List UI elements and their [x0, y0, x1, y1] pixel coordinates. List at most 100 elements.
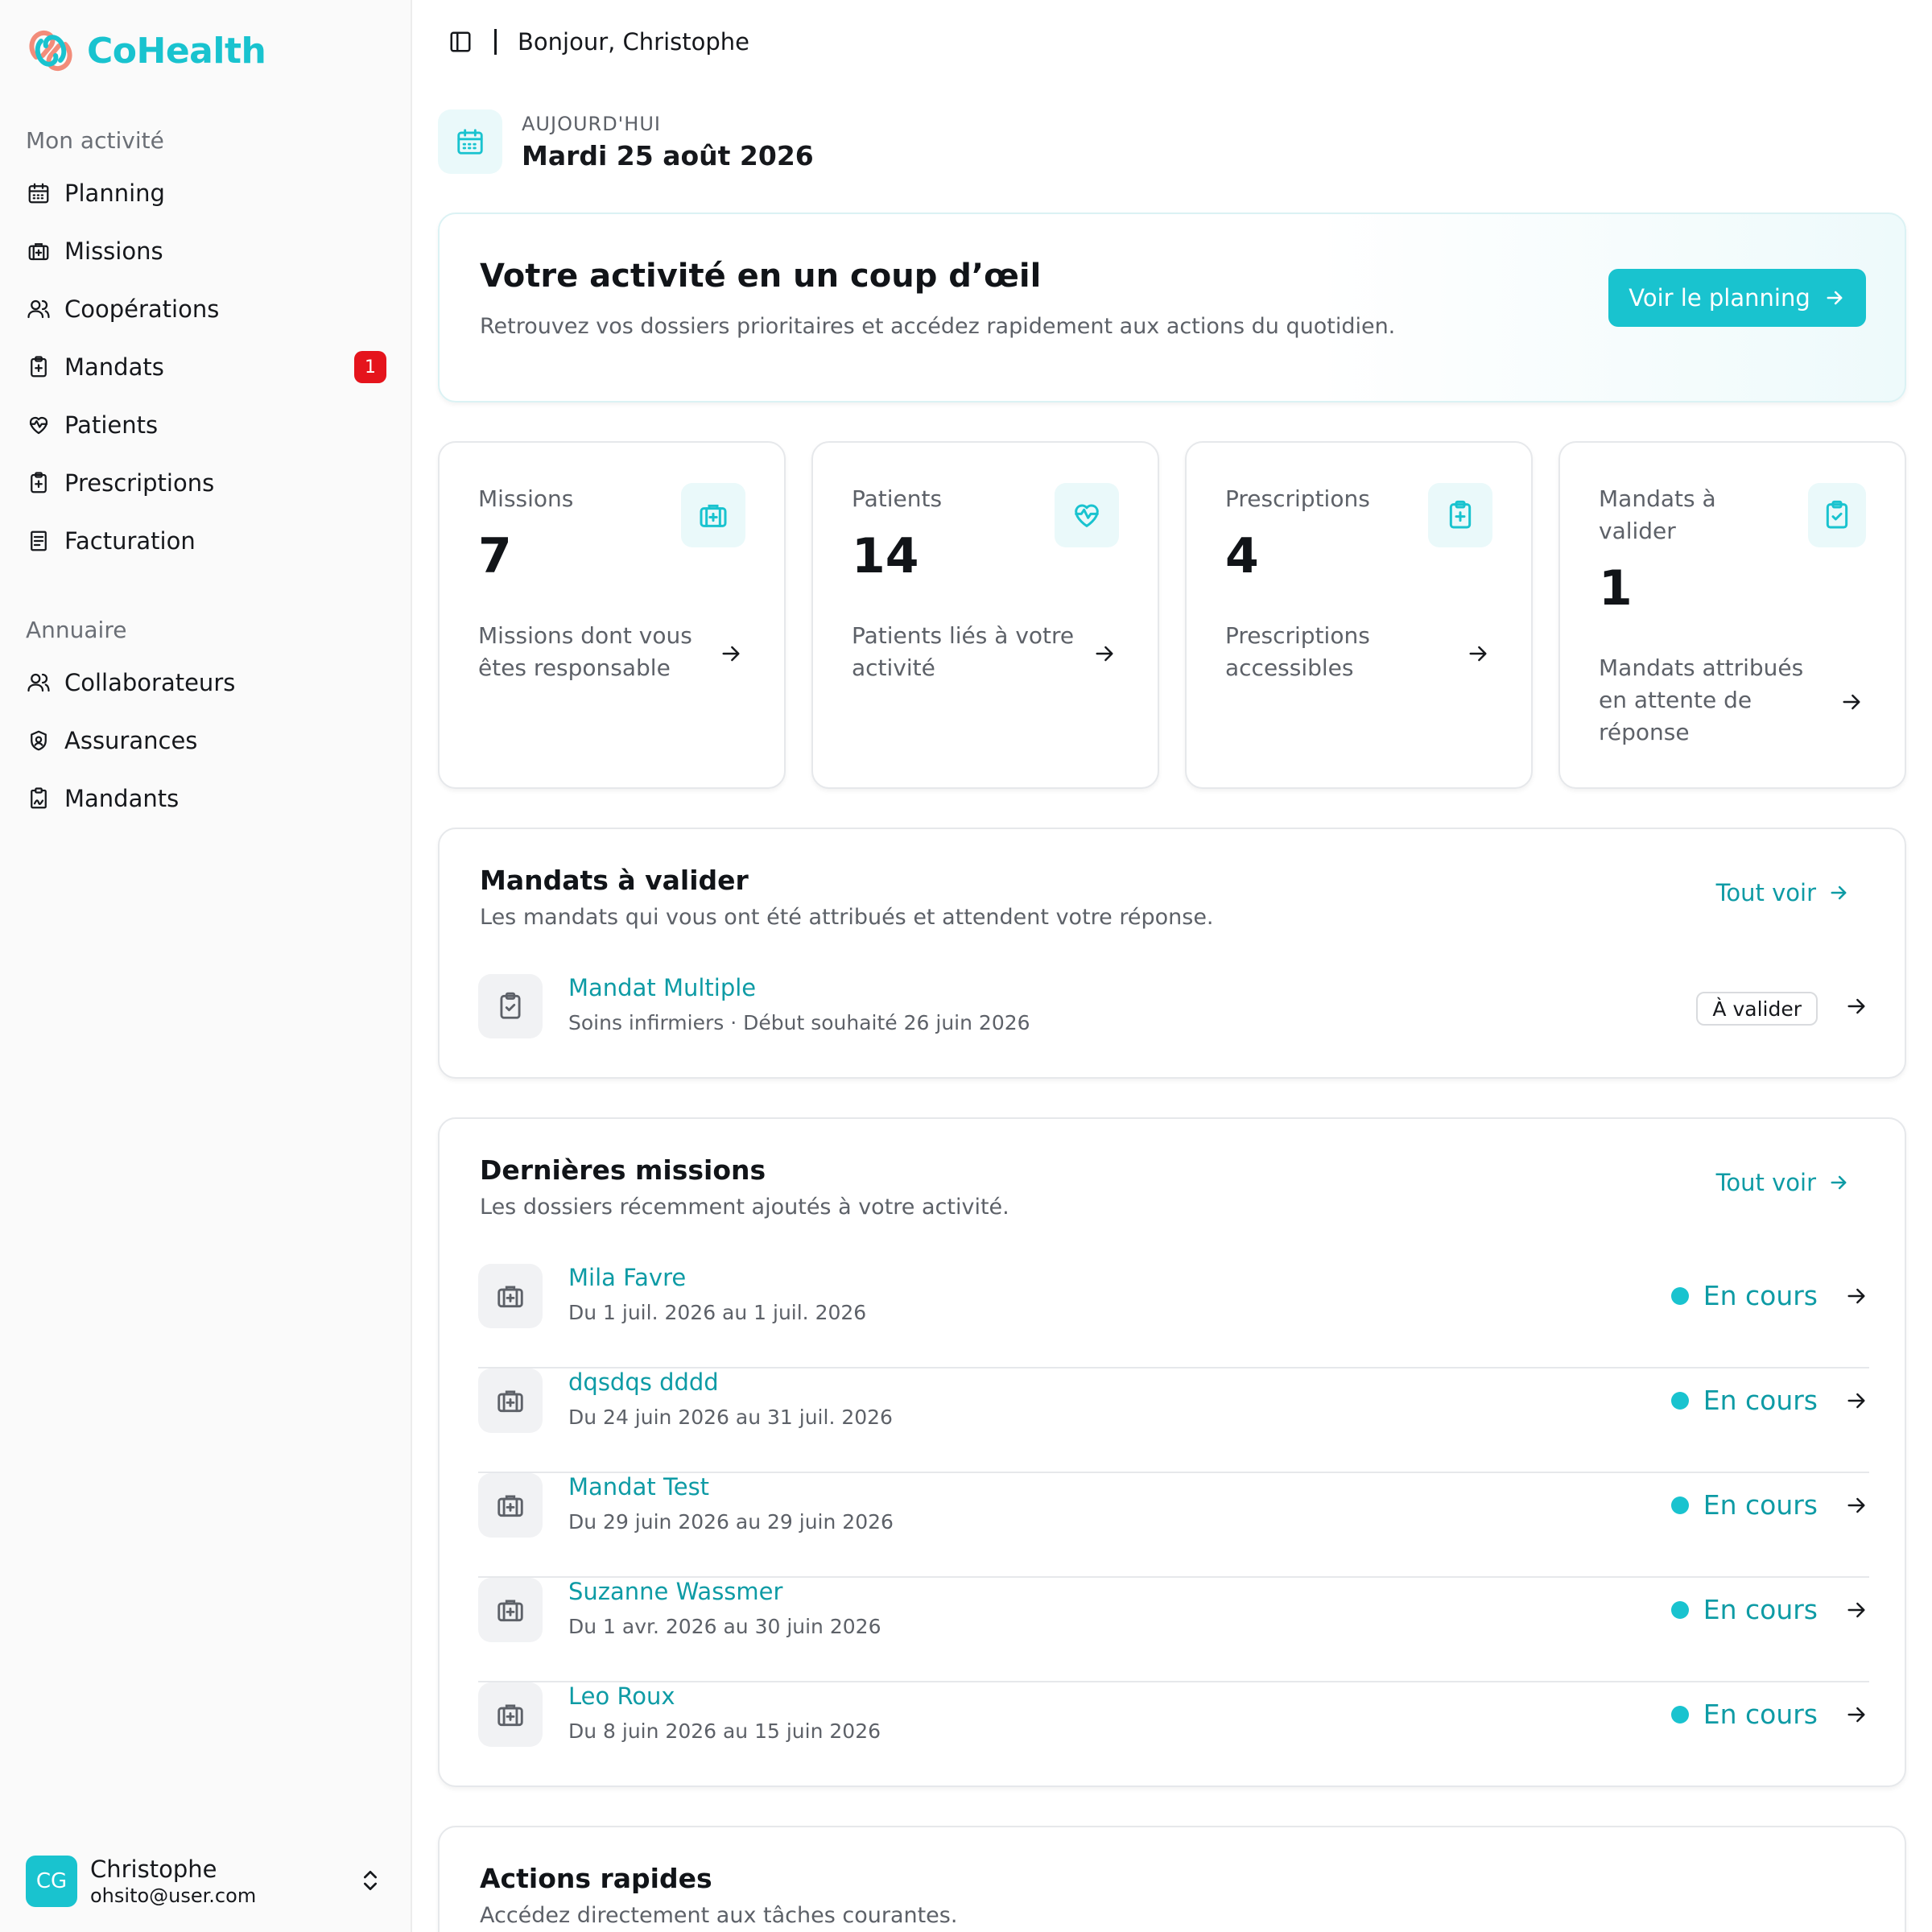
- mission-row[interactable]: Mandat Test Du 29 juin 2026 au 29 juin 2…: [478, 1473, 1869, 1578]
- stat-description: Mandats attribués en attente de réponse: [1599, 654, 1804, 745]
- mission-row[interactable]: Mila Favre Du 1 juil. 2026 au 1 juil. 20…: [478, 1264, 1869, 1368]
- status-dot: [1670, 1705, 1689, 1724]
- briefcase-medical-icon: [26, 238, 52, 264]
- arrow-right-icon: [1469, 646, 1487, 662]
- sidebar-item-label: Planning: [64, 180, 165, 207]
- user-menu[interactable]: CG Christophe ohsito@user.com: [26, 1853, 386, 1909]
- stat-card-missions[interactable]: Missions 7 Missions dont vous êtes respo…: [438, 441, 786, 789]
- mission-title: dqsdqs dddd: [568, 1368, 719, 1396]
- stat-description: Patients liés à votre activité: [852, 622, 1075, 681]
- status-label: En cours: [1703, 1699, 1818, 1730]
- heart-pulse-icon: [1055, 483, 1119, 547]
- sidebar-item-label: Mandants: [64, 785, 180, 812]
- mission-row[interactable]: dqsdqs dddd Du 24 juin 2026 au 31 juil. …: [478, 1368, 1869, 1473]
- mission-dates: Du 1 avr. 2026 au 30 juin 2026: [568, 1615, 881, 1638]
- arrow-right-icon: [1827, 291, 1843, 305]
- sidebar-item-missions[interactable]: Missions: [26, 227, 386, 275]
- mandate-subtitle: Soins infirmiers · Début souhaité 26 jui…: [568, 1011, 1030, 1034]
- sidebar-item-mandats[interactable]: Mandats 1: [26, 343, 386, 391]
- arrow-right-icon: [1831, 1175, 1847, 1190]
- stat-label: Prescriptions: [1225, 485, 1370, 512]
- section-title: Mandats à valider: [480, 865, 749, 896]
- section-label-activity: Mon activité: [26, 127, 164, 154]
- status-badge: En cours: [1670, 1489, 1818, 1521]
- mission-row[interactable]: Suzanne Wassmer Du 1 avr. 2026 au 30 jui…: [478, 1578, 1869, 1682]
- view-planning-button[interactable]: Voir le planning: [1608, 269, 1866, 327]
- today-date: Mardi 25 août 2026: [522, 139, 814, 171]
- briefcase-medical-icon: [478, 1578, 543, 1642]
- overview-card: Votre activité en un coup d’œil Retrouve…: [438, 213, 1906, 402]
- mission-dates: Du 8 juin 2026 au 15 juin 2026: [568, 1719, 881, 1743]
- mandate-title: Mandat Multiple: [568, 974, 757, 1001]
- section-title: Actions rapides: [480, 1863, 712, 1894]
- app-name: CoHealth: [87, 30, 266, 72]
- sidebar-toggle-button[interactable]: [438, 19, 483, 64]
- briefcase-medical-icon: [478, 1368, 543, 1433]
- arrow-right-icon: [1831, 886, 1847, 900]
- clipboard-plus-icon: [1428, 483, 1492, 547]
- status-dot: [1670, 1286, 1689, 1305]
- status-badge: À valider: [1696, 992, 1818, 1026]
- stat-label: Mandats à valider: [1599, 485, 1716, 544]
- sidebar-item-assurances[interactable]: Assurances: [26, 716, 386, 765]
- arrow-right-icon: [722, 646, 740, 662]
- sidebar-item-label: Mandats: [64, 353, 164, 381]
- see-all-link[interactable]: Tout voir: [1716, 1169, 1850, 1196]
- arrow-right-icon: [1847, 1288, 1865, 1304]
- stat-card-patients[interactable]: Patients 14 Patients liés à votre activi…: [811, 441, 1159, 789]
- panel-left-icon: [450, 31, 471, 52]
- status-label: En cours: [1703, 1489, 1818, 1521]
- heart-pulse-icon: [26, 412, 52, 438]
- calendar-icon: [26, 180, 52, 206]
- greeting: Bonjour, Christophe: [518, 28, 750, 56]
- quick-actions-card: Actions rapides Accédez directement aux …: [438, 1826, 1906, 1932]
- mission-dates: Du 29 juin 2026 au 29 juin 2026: [568, 1510, 894, 1534]
- sidebar-item-planning[interactable]: Planning: [26, 169, 386, 217]
- mission-row[interactable]: Leo Roux Du 8 juin 2026 au 15 juin 2026 …: [478, 1682, 1869, 1750]
- mission-title: Mila Favre: [568, 1264, 687, 1291]
- sidebar-item-label: Patients: [64, 411, 159, 439]
- stat-description: Prescriptions accessibles: [1225, 622, 1370, 681]
- sidebar-item-mandants[interactable]: Mandants: [26, 774, 386, 823]
- briefcase-medical-icon: [478, 1682, 543, 1747]
- status-badge: En cours: [1670, 1699, 1818, 1730]
- overview-subtitle: Retrouvez vos dossiers prioritaires et a…: [480, 314, 1396, 339]
- status-label: En cours: [1703, 1385, 1818, 1416]
- briefcase-medical-icon: [681, 483, 745, 547]
- calendar-icon: [438, 109, 502, 174]
- stat-value: 7: [478, 528, 512, 584]
- arrow-right-icon: [1843, 694, 1860, 710]
- stat-card-mandats[interactable]: Mandats à valider 1 Mandats attribués en…: [1558, 441, 1906, 789]
- mission-title: Suzanne Wassmer: [568, 1578, 783, 1605]
- clipboard-plus-icon: [26, 470, 52, 496]
- stat-value: 4: [1225, 528, 1259, 584]
- section-subtitle: Les dossiers récemment ajoutés à votre a…: [480, 1195, 1009, 1220]
- sidebar-item-prescriptions[interactable]: Prescriptions: [26, 459, 386, 507]
- receipt-icon: [26, 528, 52, 554]
- clipboard-signature-icon: [26, 786, 52, 811]
- see-all-link[interactable]: Tout voir: [1716, 879, 1850, 906]
- status-dot: [1670, 1600, 1689, 1619]
- clipboard-plus-icon: [26, 354, 52, 380]
- arrow-right-icon: [1847, 998, 1865, 1014]
- sidebar-item-label: Coopérations: [64, 295, 220, 323]
- stat-description: Missions dont vous êtes responsable: [478, 622, 692, 681]
- notification-badge: 1: [354, 351, 386, 383]
- stat-label: Missions: [478, 485, 574, 512]
- logo[interactable]: CoHealth: [25, 25, 266, 76]
- briefcase-medical-icon: [478, 1264, 543, 1328]
- sidebar-item-facturation[interactable]: Facturation: [26, 517, 386, 565]
- sidebar-item-cooperations[interactable]: Coopérations: [26, 285, 386, 333]
- user-email: ohsito@user.com: [90, 1885, 257, 1907]
- status-badge: En cours: [1670, 1594, 1818, 1625]
- sidebar-item-patients[interactable]: Patients: [26, 401, 386, 449]
- briefcase-medical-icon: [478, 1473, 543, 1538]
- sidebar-item-collaborateurs[interactable]: Collaborateurs: [26, 658, 386, 707]
- section-title: Dernières missions: [480, 1154, 766, 1186]
- sidebar-item-label: Prescriptions: [64, 469, 215, 497]
- status-dot: [1670, 1391, 1689, 1410]
- see-all-label: Tout voir: [1715, 1169, 1816, 1196]
- sidebar-item-label: Collaborateurs: [64, 669, 236, 696]
- stat-card-prescriptions[interactable]: Prescriptions 4 Prescriptions accessible…: [1185, 441, 1533, 789]
- mandate-row[interactable]: Mandat Multiple Soins infirmiers · Début…: [478, 974, 1869, 1042]
